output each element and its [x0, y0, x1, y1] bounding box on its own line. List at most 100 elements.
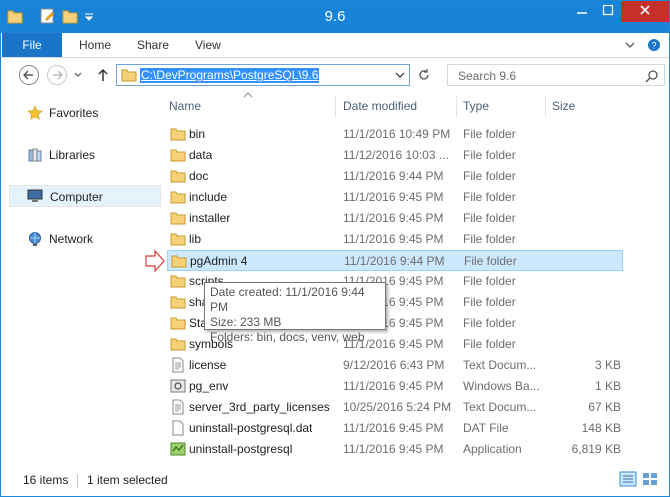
tooltip-folders: Folders: bin, docs, venv, web: [210, 330, 365, 344]
column-separator[interactable]: [456, 95, 457, 117]
column-separator[interactable]: [335, 95, 336, 117]
file-type: File folder: [463, 337, 516, 351]
nav-item-libraries[interactable]: Libraries: [9, 144, 161, 166]
search-box[interactable]: Search 9.6: [447, 64, 665, 86]
nav-item-label: Libraries: [49, 148, 96, 162]
maximize-button[interactable]: [595, 1, 621, 22]
status-divider: [77, 474, 78, 488]
tab-view[interactable]: View: [195, 33, 221, 57]
column-header-size[interactable]: Size: [552, 95, 575, 117]
file-row[interactable]: data 11/12/2016 10:03 ... File folder: [167, 145, 623, 166]
star-icon: [27, 105, 43, 120]
address-path[interactable]: C:\DevPrograms\PostgreSQL\9.6: [140, 68, 320, 83]
file-name: installer: [189, 211, 231, 225]
file-name: pg_env: [189, 379, 229, 393]
nav-item-computer[interactable]: Computer: [9, 185, 161, 207]
file-name: server_3rd_party_licenses: [189, 400, 330, 414]
up-arrow-icon[interactable]: [97, 68, 109, 82]
nav-item-network[interactable]: Network: [9, 228, 161, 250]
file-name: license: [189, 358, 227, 372]
forward-arrow-icon: [53, 70, 63, 80]
file-name: pgAdmin 4: [190, 254, 248, 268]
file-date: 11/1/2016 9:44 PM: [343, 169, 444, 183]
file-type: File folder: [463, 295, 516, 309]
file-row[interactable]: license 9/12/2016 6:43 PM Text Docum... 3 K…: [167, 355, 623, 376]
tab-home[interactable]: Home: [79, 33, 111, 57]
file-row[interactable]: uninstall-postgresql.dat 11/1/2016 9:45 P…: [167, 418, 623, 439]
text-file-icon: [172, 399, 184, 415]
folder-icon: [170, 170, 186, 183]
file-name: doc: [189, 169, 209, 183]
back-button[interactable]: [19, 65, 39, 85]
file-type: Application: [463, 442, 522, 456]
folder-icon: [170, 296, 186, 309]
close-icon: [640, 5, 650, 15]
folder-icon: [170, 128, 186, 141]
file-name: data: [189, 148, 213, 162]
file-list: Name Date modified Type Size bin 11/1/201…: [145, 92, 669, 464]
file-row[interactable]: uninstall-postgresql 11/1/2016 9:45 PM App…: [167, 439, 623, 460]
file-row[interactable]: server_3rd_party_licenses 10/25/2016 5:24…: [167, 397, 623, 418]
nav-item-label: Computer: [50, 190, 103, 204]
expand-ribbon-icon[interactable]: [625, 40, 635, 50]
folder-tooltip: Date created: 11/1/2016 9:44 PM Size: 23…: [204, 282, 386, 344]
file-type: Text Docum...: [463, 358, 537, 372]
file-name: lib: [189, 232, 202, 246]
item-count: 16 items: [23, 473, 69, 487]
navigation-pane: Favorites Libraries Computer Network: [1, 92, 161, 464]
refresh-icon[interactable]: [417, 68, 431, 82]
tab-share[interactable]: Share: [137, 33, 169, 57]
file-date: 11/12/2016 10:03 ...: [343, 148, 449, 162]
file-date: 11/1/2016 9:45 PM: [343, 190, 444, 204]
recent-locations-icon[interactable]: [73, 71, 83, 79]
tab-file[interactable]: File: [2, 33, 62, 57]
file-type: Text Docum...: [463, 400, 537, 414]
file-date: 11/1/2016 9:44 PM: [344, 254, 445, 268]
large-icons-view-icon[interactable]: [641, 471, 659, 487]
navigation-bar: C:\DevPrograms\PostgreSQL\9.6 Search 9.6: [1, 58, 669, 92]
file-date: 10/25/2016 5:24 PM: [343, 400, 452, 414]
minimize-icon: [577, 12, 587, 14]
file-row[interactable]: installer 11/1/2016 9:45 PM File folder: [167, 208, 623, 229]
file-size: 67 KB: [588, 400, 621, 414]
selection-count: 1 item selected: [87, 473, 168, 487]
file-type: File folder: [463, 148, 516, 162]
help-icon[interactable]: ?: [647, 38, 661, 52]
file-size: 148 KB: [581, 421, 621, 435]
file-type: File folder: [463, 169, 516, 183]
batch-file-icon: [170, 379, 186, 393]
column-header-name[interactable]: Name: [169, 95, 201, 117]
file-name: include: [189, 190, 228, 204]
file-row[interactable]: include 11/1/2016 9:45 PM File folder: [167, 187, 623, 208]
file-row[interactable]: doc 11/1/2016 9:44 PM File folder: [167, 166, 623, 187]
search-placeholder[interactable]: Search 9.6: [458, 69, 516, 83]
folder-icon: [170, 317, 186, 330]
svg-text:?: ?: [651, 41, 656, 51]
file-type: File folder: [463, 190, 516, 204]
file-row[interactable]: lib 11/1/2016 9:45 PM File folder: [167, 229, 623, 250]
forward-button[interactable]: [47, 65, 67, 85]
file-type: File folder: [464, 254, 517, 268]
network-icon: [29, 232, 41, 246]
file-name: bin: [189, 127, 206, 141]
folder-icon: [170, 149, 186, 162]
column-separator[interactable]: [545, 95, 546, 117]
address-dropdown-icon[interactable]: [395, 71, 405, 79]
file-row[interactable]: pg_env 11/1/2016 9:45 PM Windows Ba... 1 KB: [167, 376, 623, 397]
tooltip-size: Size: 233 MB: [210, 315, 282, 329]
nav-item-favorites[interactable]: Favorites: [9, 102, 161, 124]
libraries-icon: [28, 148, 42, 162]
close-button[interactable]: [621, 1, 669, 22]
details-view-icon[interactable]: [619, 471, 637, 487]
file-name: uninstall-postgresql: [189, 442, 293, 456]
sort-ascending-icon: [243, 92, 253, 98]
file-row[interactable]: bin 11/1/2016 10:49 PM File folder: [167, 124, 623, 145]
column-header-date[interactable]: Date modified: [343, 95, 417, 117]
file-row[interactable]: pgAdmin 4 11/1/2016 9:44 PM File folder: [167, 250, 623, 271]
search-icon[interactable]: [645, 69, 659, 83]
tooltip-date-created: Date created: 11/1/2016 9:44 PM: [210, 285, 365, 314]
text-file-icon: [172, 357, 184, 373]
address-bar[interactable]: C:\DevPrograms\PostgreSQL\9.6: [116, 64, 410, 86]
minimize-button[interactable]: [569, 1, 595, 22]
column-header-type[interactable]: Type: [463, 95, 489, 117]
